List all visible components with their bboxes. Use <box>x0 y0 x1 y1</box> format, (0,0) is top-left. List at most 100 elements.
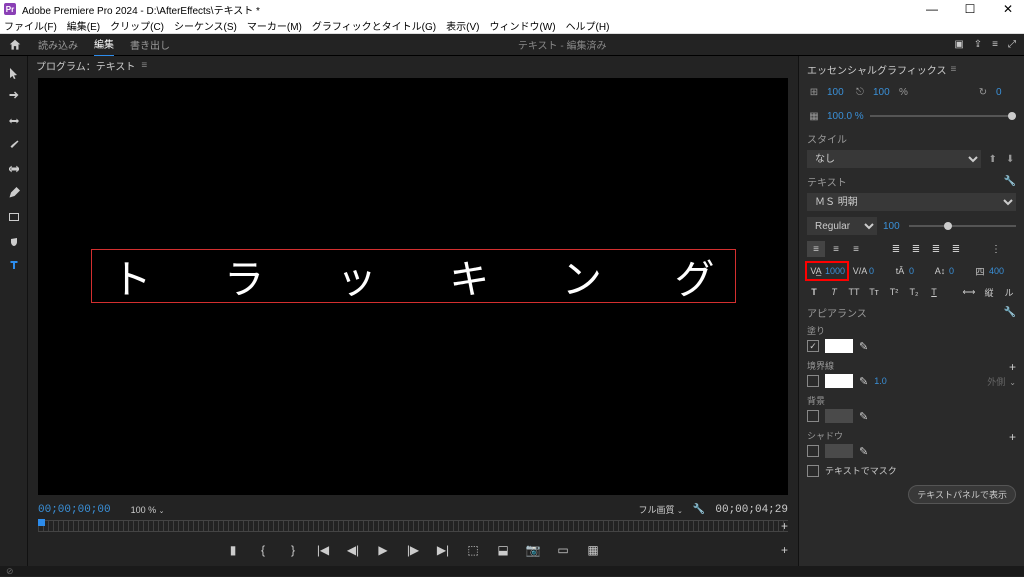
type-tool[interactable] <box>5 256 23 274</box>
menu-marker[interactable]: マーカー(M) <box>247 18 302 33</box>
menu-sequence[interactable]: シーケンス(S) <box>174 18 237 33</box>
text-settings-icon[interactable]: 🔧 <box>1004 176 1016 187</box>
lift-button[interactable]: ⬚ <box>465 542 481 558</box>
comparison-button[interactable]: ▭ <box>555 542 571 558</box>
justify-center-button[interactable]: ≣ <box>907 241 925 257</box>
step-back-button[interactable]: ◀| <box>345 542 361 558</box>
leading-value[interactable]: 0 <box>909 266 927 276</box>
font-family-select[interactable]: ＭＳ 明朝 <box>807 193 1016 211</box>
tategaki-button[interactable]: ⟷ <box>962 285 976 299</box>
shadow-add-button[interactable]: + <box>1009 430 1016 444</box>
program-menu-icon[interactable]: ≡ <box>141 60 147 71</box>
rotation-value[interactable]: 0 <box>996 87 1016 98</box>
extract-button[interactable]: ⬓ <box>495 542 511 558</box>
razor-tool[interactable] <box>5 136 23 154</box>
kerning-value[interactable]: 0 <box>869 266 887 276</box>
menu-view[interactable]: 表示(V) <box>446 18 479 33</box>
superscript-button[interactable]: T² <box>887 285 901 299</box>
tcy-button[interactable]: 縦 <box>982 285 996 299</box>
fill-checkbox[interactable] <box>807 340 819 352</box>
fill-eyedropper-icon[interactable]: ✎ <box>859 340 868 353</box>
stroke-type-value[interactable]: 外側⌄ <box>987 375 1016 388</box>
pen-tool[interactable] <box>5 184 23 202</box>
slip-tool[interactable] <box>5 160 23 178</box>
underline-button[interactable]: T <box>927 285 941 299</box>
fullscreen-icon[interactable]: ⤢ <box>1008 39 1016 50</box>
tsume-value[interactable]: 400 <box>989 266 1007 276</box>
menu-clip[interactable]: クリップ(C) <box>110 18 164 33</box>
vertical-text-button[interactable]: ⋮ <box>987 241 1005 257</box>
minimize-button[interactable]: — <box>920 2 944 16</box>
tab-import[interactable]: 読み込み <box>38 33 78 56</box>
fill-color-swatch[interactable] <box>825 339 853 353</box>
rectangle-tool[interactable] <box>5 208 23 226</box>
shadow-color-swatch[interactable] <box>825 444 853 458</box>
quick-export-icon[interactable]: ▣ <box>954 39 963 50</box>
tracking-value[interactable]: 1000 <box>825 266 845 276</box>
open-text-panel-button[interactable]: テキストパネルで表示 <box>908 485 1016 504</box>
text-selection-box[interactable]: ト ラ ッ キ ン グ <box>91 249 736 303</box>
zoom-percent[interactable]: 100 % ⌄ <box>131 505 165 515</box>
timecode-current[interactable]: 00;00;00;00 <box>38 504 111 516</box>
ripple-edit-tool[interactable] <box>5 112 23 130</box>
justify-all-button[interactable]: ≣ <box>947 241 965 257</box>
go-to-in-button[interactable]: |◀ <box>315 542 331 558</box>
smallcaps-button[interactable]: Tᴛ <box>867 285 881 299</box>
shadow-eyedropper-icon[interactable]: ✎ <box>859 445 868 458</box>
step-forward-button[interactable]: |▶ <box>405 542 421 558</box>
align-right-button[interactable]: ≡ <box>847 241 865 257</box>
stroke-checkbox[interactable] <box>807 375 819 387</box>
justify-right-button[interactable]: ≣ <box>927 241 945 257</box>
background-checkbox[interactable] <box>807 410 819 422</box>
subscript-button[interactable]: T₂ <box>907 285 921 299</box>
align-left-button[interactable]: ≡ <box>807 241 825 257</box>
menu-file[interactable]: ファイル(F) <box>4 18 57 33</box>
add-marker-button[interactable]: ▮ <box>225 542 241 558</box>
anchor-x-value[interactable]: 100 <box>827 87 847 98</box>
font-style-select[interactable]: Regular <box>807 217 877 235</box>
opacity-value[interactable]: 100.0 % <box>827 111 864 122</box>
italic-button[interactable]: T <box>827 285 841 299</box>
appearance-settings-icon[interactable]: 🔧 <box>1004 307 1016 318</box>
settings-wrench-icon[interactable]: 🔧 <box>693 504 705 515</box>
track-select-tool[interactable] <box>5 88 23 106</box>
close-button[interactable]: ✕ <box>996 2 1020 16</box>
tab-edit[interactable]: 編集 <box>94 32 114 57</box>
opacity-slider[interactable] <box>870 115 1016 117</box>
ruler-add-icon[interactable]: + <box>781 519 788 533</box>
resolution-dropdown[interactable]: フル画質 ⌄ <box>639 503 683 516</box>
menu-help[interactable]: ヘルプ(H) <box>566 18 610 33</box>
stroke-color-swatch[interactable] <box>825 374 853 388</box>
allcaps-button[interactable]: TT <box>847 285 861 299</box>
transport-add-icon[interactable]: + <box>781 543 788 557</box>
stroke-eyedropper-icon[interactable]: ✎ <box>859 375 868 388</box>
font-size-slider[interactable] <box>909 225 1016 227</box>
workspace-menu-icon[interactable]: ≡ <box>992 39 998 50</box>
baseline-value[interactable]: 0 <box>949 266 967 276</box>
selection-tool[interactable] <box>5 64 23 82</box>
stroke-width-value[interactable]: 1.0 <box>874 376 887 386</box>
menu-edit[interactable]: 編集(E) <box>67 18 100 33</box>
program-canvas[interactable]: ト ラ ッ キ ン グ <box>38 78 788 495</box>
tab-export[interactable]: 書き出し <box>130 33 170 56</box>
justify-left-button[interactable]: ≣ <box>887 241 905 257</box>
export-frame-button[interactable]: 📷 <box>525 542 541 558</box>
background-color-swatch[interactable] <box>825 409 853 423</box>
home-icon[interactable] <box>8 38 22 52</box>
ruby-button[interactable]: ル <box>1002 285 1016 299</box>
safe-margins-button[interactable]: ▦ <box>585 542 601 558</box>
background-eyedropper-icon[interactable]: ✎ <box>859 410 868 423</box>
hand-tool[interactable] <box>5 232 23 250</box>
style-select[interactable]: なし <box>807 150 981 168</box>
style-upload-icon[interactable]: ⬆ <box>987 152 999 166</box>
eg-panel-menu-icon[interactable]: ≡ <box>951 64 957 75</box>
playhead[interactable] <box>38 519 45 526</box>
shadow-checkbox[interactable] <box>807 445 819 457</box>
mark-in-button[interactable]: { <box>255 542 271 558</box>
align-center-button[interactable]: ≡ <box>827 241 845 257</box>
anchor-y-value[interactable]: 100 <box>873 87 893 98</box>
play-button[interactable]: ▶ <box>375 542 391 558</box>
time-ruler[interactable]: + <box>38 520 788 532</box>
share-icon[interactable]: ⇪ <box>974 39 982 50</box>
stroke-add-button[interactable]: + <box>1009 360 1016 374</box>
